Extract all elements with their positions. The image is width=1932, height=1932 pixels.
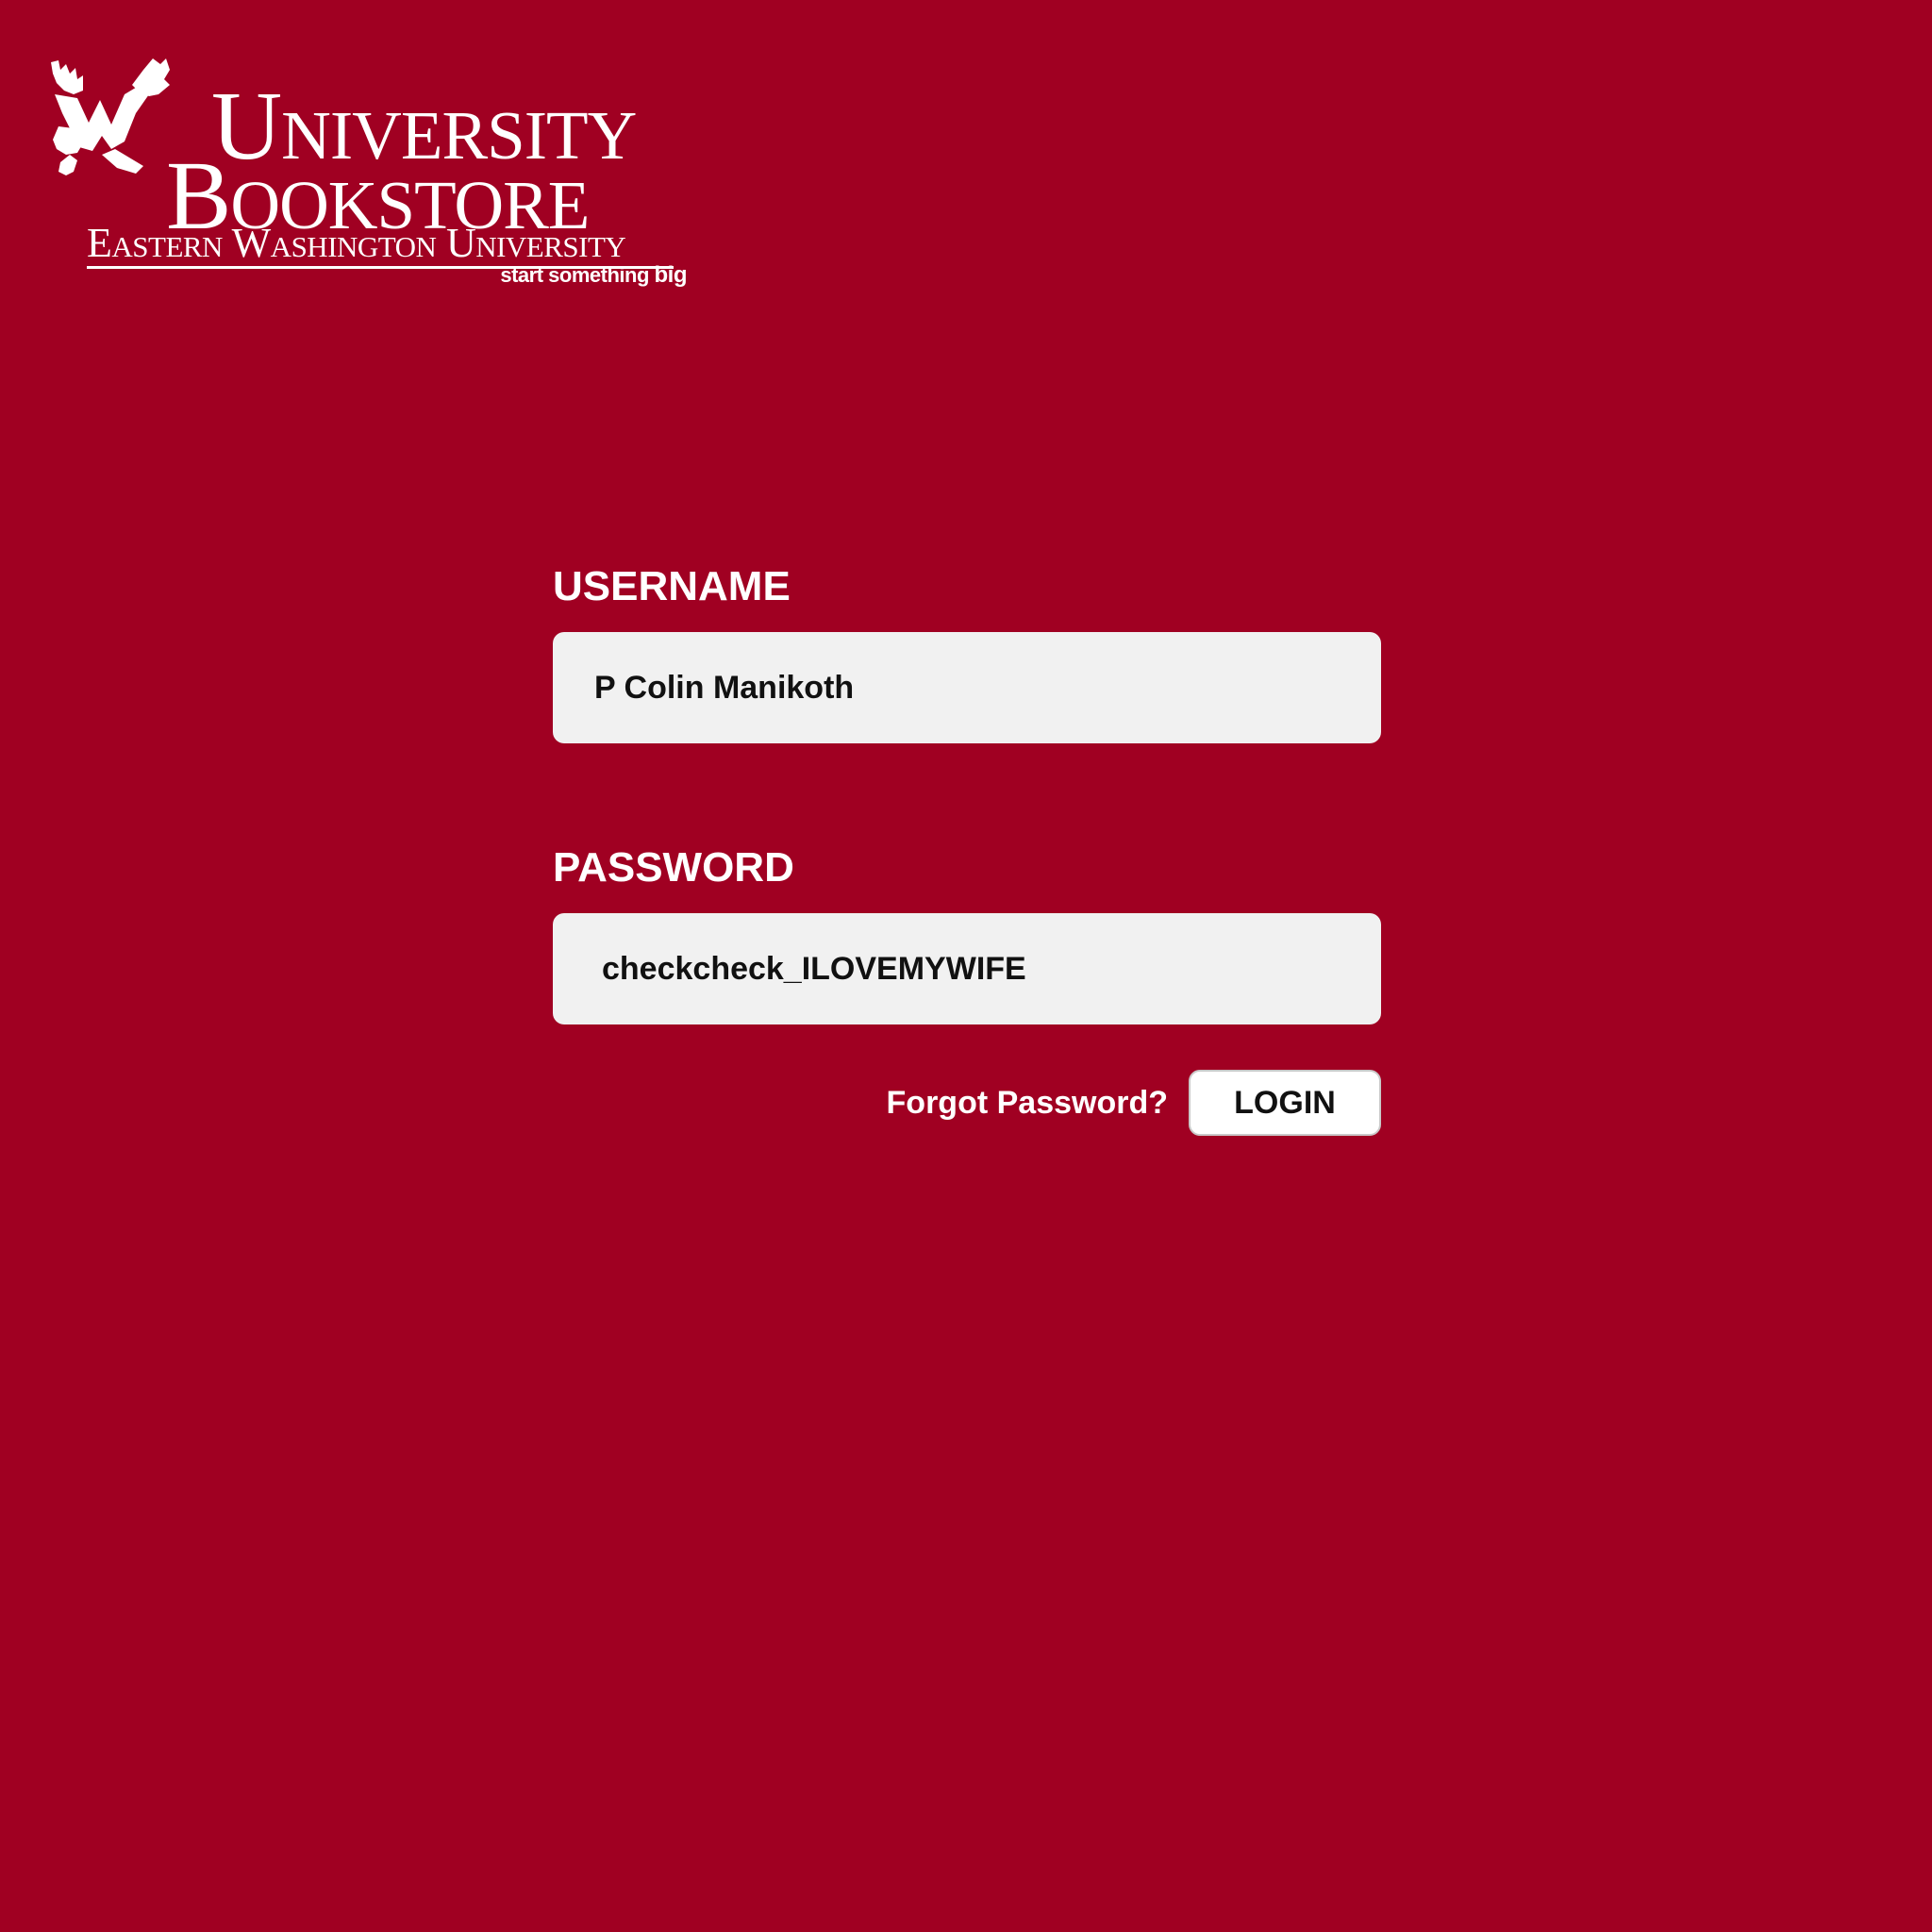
username-label: USERNAME	[553, 563, 791, 609]
logo-tagline: start something big	[500, 262, 687, 289]
password-input[interactable]: checkcheck_ILOVEMYWIFE	[553, 913, 1381, 1024]
form-actions: Forgot Password? LOGIN	[553, 1070, 1381, 1136]
login-form: USERNAME P Colin Manikoth PASSWORD check…	[553, 562, 1381, 1136]
bookstore-logo: University Bookstore Eastern Washington …	[45, 57, 687, 292]
password-label: PASSWORD	[553, 844, 794, 891]
eagle-icon	[51, 58, 170, 175]
username-input[interactable]: P Colin Manikoth	[553, 632, 1381, 743]
login-button[interactable]: LOGIN	[1189, 1070, 1381, 1136]
forgot-password-link[interactable]: Forgot Password?	[887, 1085, 1168, 1122]
tagline-emphasis: big	[654, 262, 688, 288]
tagline-prefix: start something	[500, 263, 655, 287]
